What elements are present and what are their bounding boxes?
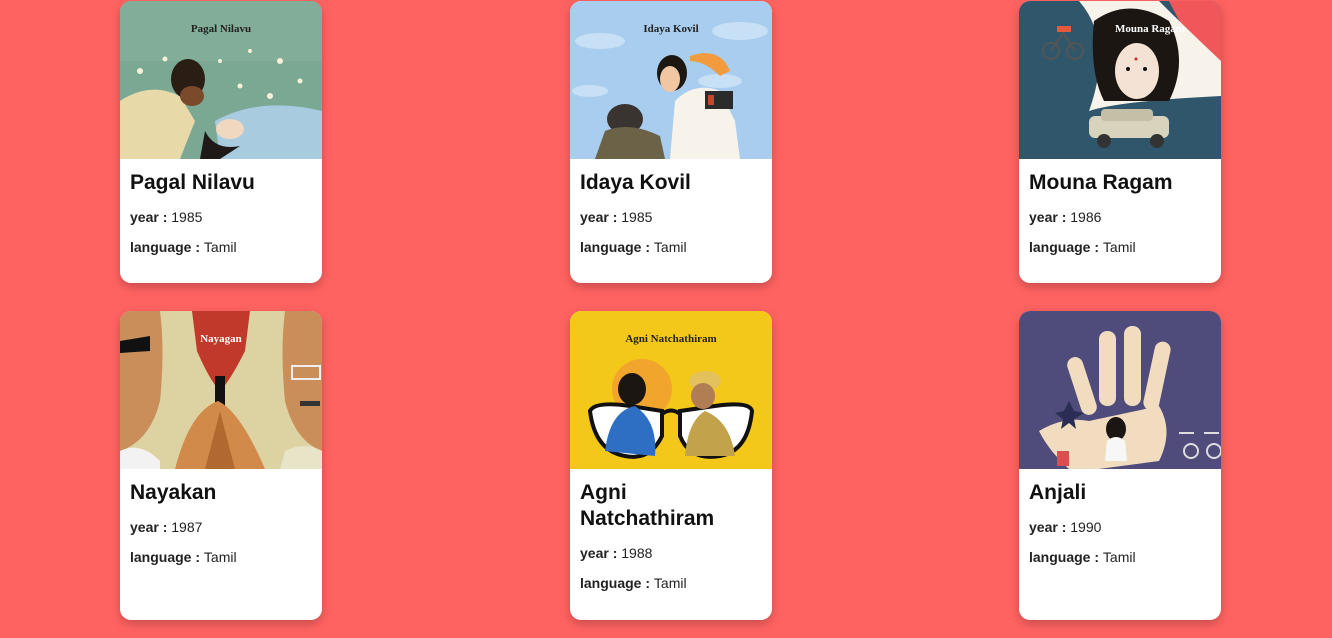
poster-caption: Agni Natchathiram bbox=[625, 333, 717, 345]
year-value: 1990 bbox=[1070, 519, 1102, 535]
movie-year: year : 1988 bbox=[580, 544, 762, 562]
language-label: language : bbox=[130, 239, 204, 255]
year-label: year : bbox=[130, 519, 172, 535]
movie-title: Pagal Nilavu bbox=[130, 171, 255, 194]
movie-year: year : 1987 bbox=[130, 518, 312, 536]
language-label: language : bbox=[130, 549, 204, 565]
poster-image: Pagal Nilavu bbox=[120, 1, 322, 159]
language-value: Tamil bbox=[653, 575, 687, 591]
movie-year: year : 1985 bbox=[130, 208, 312, 226]
movie-grid: Pagal Nilavu Pagal Nilavu year : 1985 la… bbox=[0, 0, 1332, 638]
movie-language: language : Tamil bbox=[130, 548, 312, 566]
movie-language: language : Tamil bbox=[1029, 238, 1211, 256]
language-label: language : bbox=[1029, 239, 1103, 255]
movie-card-anjali[interactable]: Anjali year : 1990 language : Tamil bbox=[1019, 311, 1221, 620]
movie-title: Nayakan bbox=[130, 481, 217, 504]
card-info: Agni Natchathiram year : 1988 language :… bbox=[570, 469, 772, 616]
year-label: year : bbox=[1029, 519, 1071, 535]
poster-image bbox=[1019, 311, 1221, 469]
language-label: language : bbox=[580, 239, 654, 255]
language-label: language : bbox=[580, 575, 654, 591]
language-value: Tamil bbox=[1102, 549, 1136, 565]
card-info: Mouna Ragam year : 1986 language : Tamil bbox=[1019, 159, 1221, 280]
year-label: year : bbox=[580, 209, 622, 225]
year-value: 1985 bbox=[621, 209, 653, 225]
movie-card-idaya-kovil[interactable]: Idaya Kovil Idaya Kovil year : 1985 lang… bbox=[570, 1, 772, 283]
year-value: 1988 bbox=[621, 545, 653, 561]
year-value: 1987 bbox=[171, 519, 203, 535]
movie-year: year : 1985 bbox=[580, 208, 762, 226]
language-value: Tamil bbox=[1102, 239, 1136, 255]
movie-title: Agni Natchathiram bbox=[580, 481, 715, 530]
poster-caption: Pagal Nilavu bbox=[190, 23, 252, 35]
year-label: year : bbox=[580, 545, 622, 561]
movie-year: year : 1986 bbox=[1029, 208, 1211, 226]
card-info: Anjali year : 1990 language : Tamil bbox=[1019, 469, 1221, 590]
year-value: 1985 bbox=[171, 209, 203, 225]
poster-subtitle bbox=[570, 347, 772, 352]
year-label: year : bbox=[130, 209, 172, 225]
movie-card-pagal-nilavu[interactable]: Pagal Nilavu Pagal Nilavu year : 1985 la… bbox=[120, 1, 322, 283]
movie-language: language : Tamil bbox=[130, 238, 312, 256]
year-value: 1986 bbox=[1070, 209, 1102, 225]
language-value: Tamil bbox=[203, 549, 237, 565]
movie-card-mouna-ragam[interactable]: Mouna Ragam Mouna Ragam year : 1986 lang… bbox=[1019, 1, 1221, 283]
card-info: Pagal Nilavu year : 1985 language : Tami… bbox=[120, 159, 322, 280]
movie-title: Mouna Ragam bbox=[1029, 171, 1173, 194]
movie-language: language : Tamil bbox=[580, 574, 762, 592]
movie-title: Anjali bbox=[1029, 481, 1087, 504]
card-info: Nayakan year : 1987 language : Tamil bbox=[120, 469, 322, 590]
poster-image: Agni Natchathiram bbox=[570, 311, 772, 469]
language-value: Tamil bbox=[653, 239, 687, 255]
poster-subtitle bbox=[120, 37, 322, 42]
card-info: Idaya Kovil year : 1985 language : Tamil bbox=[570, 159, 772, 280]
poster-caption: Nayagan bbox=[200, 333, 242, 345]
poster-image: Mouna Ragam bbox=[1019, 1, 1221, 159]
movie-year: year : 1990 bbox=[1029, 518, 1211, 536]
poster-caption: Mouna Ragam bbox=[1115, 23, 1185, 35]
movie-card-nayakan[interactable]: Nayagan Nayakan year : 1987 language : T… bbox=[120, 311, 322, 620]
poster-caption: Idaya Kovil bbox=[643, 23, 699, 35]
year-label: year : bbox=[1029, 209, 1071, 225]
movie-card-agni-natchathiram[interactable]: Agni Natchathiram Agni Natchathiram year… bbox=[570, 311, 772, 620]
movie-language: language : Tamil bbox=[1029, 548, 1211, 566]
poster-image: Idaya Kovil bbox=[570, 1, 772, 159]
poster-subtitle bbox=[1019, 37, 1221, 42]
movie-language: language : Tamil bbox=[580, 238, 762, 256]
movie-title: Idaya Kovil bbox=[580, 171, 691, 194]
poster-subtitle bbox=[570, 37, 772, 42]
language-label: language : bbox=[1029, 549, 1103, 565]
poster-subtitle bbox=[120, 347, 322, 352]
poster-hand-girl-icon bbox=[1019, 311, 1221, 469]
poster-image: Nayagan bbox=[120, 311, 322, 469]
poster-subtitle bbox=[1019, 347, 1221, 352]
language-value: Tamil bbox=[203, 239, 237, 255]
